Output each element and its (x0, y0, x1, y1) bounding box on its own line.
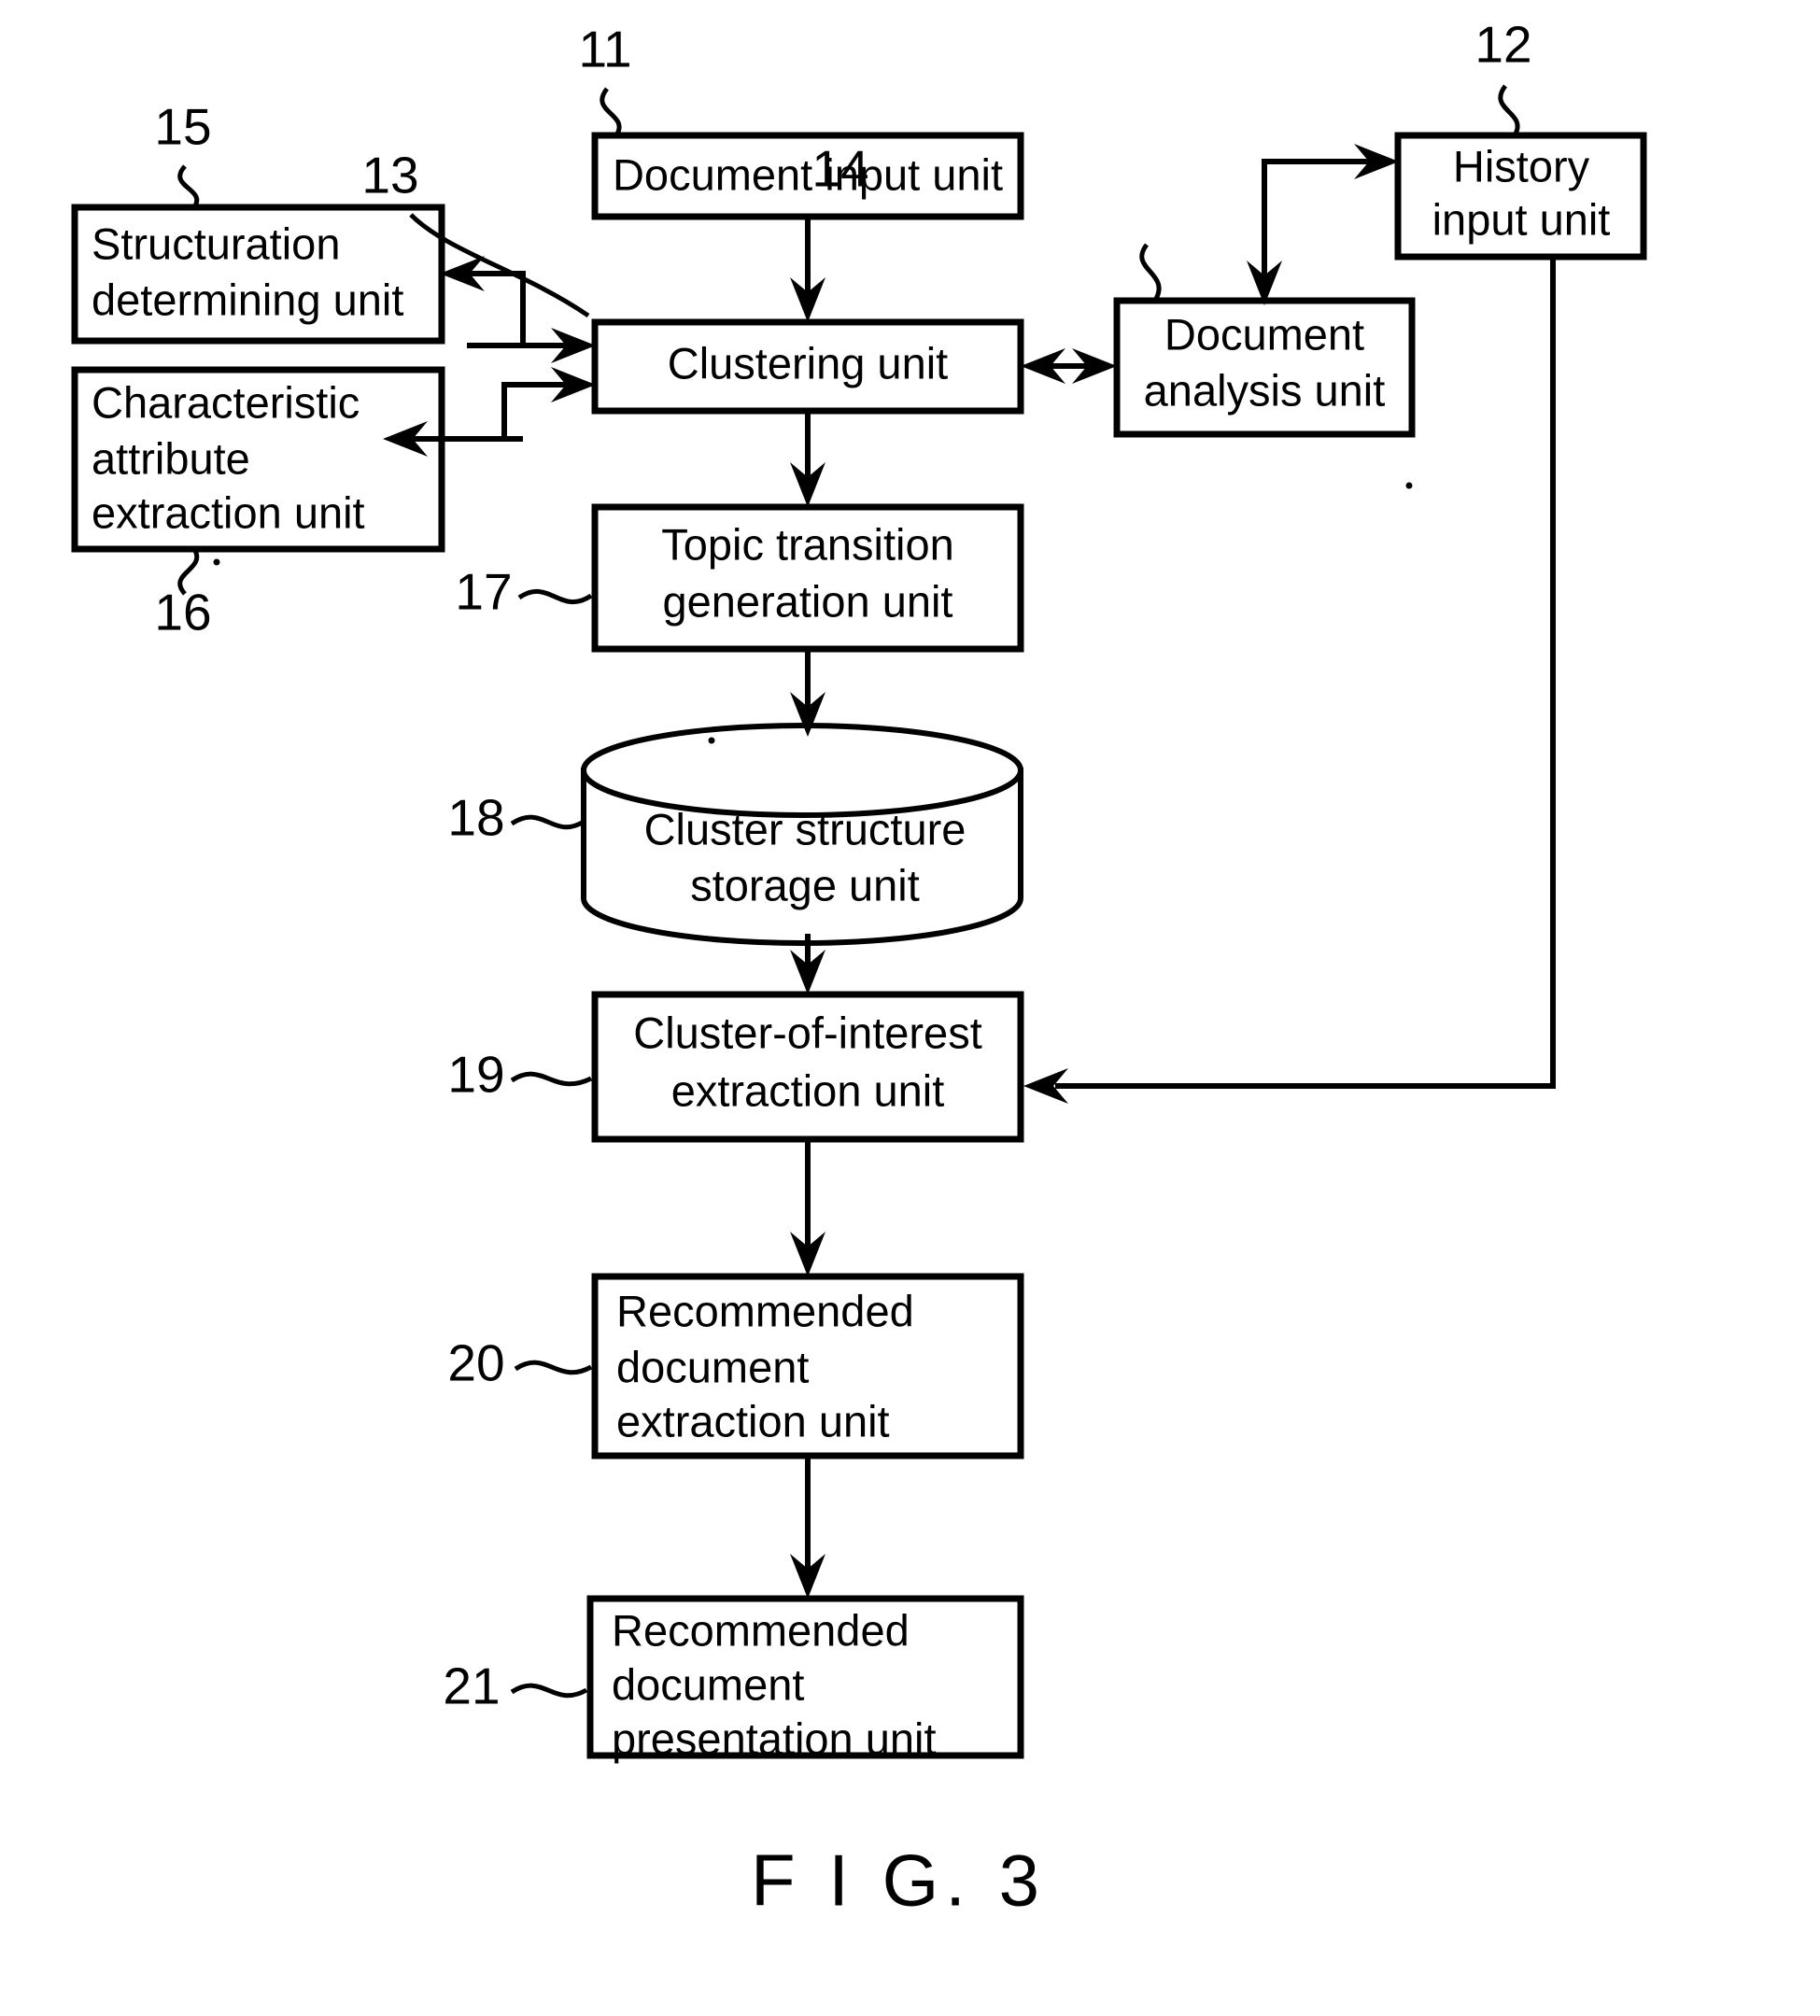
block-history-input-unit[interactable]: History input unit (1394, 132, 1647, 261)
connector-document-input-to-clustering (790, 217, 825, 322)
block-topic-transition-generation-unit[interactable]: Topic transition generation unit (591, 503, 1024, 653)
block-history-input-unit-label-line2: input unit (1432, 194, 1611, 244)
block-recommended-document-extraction-unit-label-line2: document (616, 1342, 809, 1391)
block-clustering-unit-label: Clustering unit (668, 338, 948, 388)
ref-leader-17 (517, 589, 593, 604)
connector-left-feedback-bus (458, 385, 523, 442)
block-structuration-determining-unit[interactable]: Structuration determining unit (71, 204, 445, 345)
block-topic-transition-generation-unit-label-line2: generation unit (663, 576, 953, 626)
block-recommended-document-presentation-unit-label-line2: document (612, 1659, 804, 1709)
ref-leader-21 (510, 1683, 588, 1699)
block-characteristic-attribute-extraction-unit-label-line1: Characteristic (92, 377, 360, 427)
block-recommended-document-presentation-unit-label-line3: presentation unit (612, 1713, 937, 1763)
block-document-analysis-unit[interactable]: Document analysis unit (1113, 297, 1416, 438)
block-diagram-canvas: Document input unit History input unit S… (71, 16, 1647, 1922)
connector-cluster-of-interest-to-recommended-extraction (790, 1139, 825, 1276)
ref-number-15: 15 (154, 98, 211, 156)
ref-number-14: 14 (811, 140, 868, 198)
ref-leader-19 (510, 1071, 593, 1087)
ref-label-15: 15 (154, 98, 212, 209)
ref-number-21: 21 (443, 1657, 500, 1715)
block-topic-transition-generation-unit-label-line1: Topic transition (661, 519, 954, 569)
ref-label-19: 19 (447, 1046, 593, 1104)
ref-leader-11 (600, 87, 622, 137)
block-recommended-document-extraction-unit[interactable]: Recommended document extraction unit (591, 1273, 1024, 1459)
block-document-analysis-unit-label-line2: analysis unit (1144, 365, 1386, 415)
block-recommended-document-presentation-unit-label-line1: Recommended (612, 1605, 910, 1655)
connector-characteristic-attribute-to-clustering (501, 367, 596, 439)
connector-recommended-extraction-to-presentation (790, 1456, 825, 1599)
connector-history-input-to-document-analysis (1247, 144, 1399, 305)
block-clustering-unit[interactable]: Clustering unit (591, 318, 1024, 415)
ref-label-16: 16 (154, 547, 212, 641)
ref-number-18: 18 (447, 789, 504, 847)
patent-figure: Document input unit History input unit S… (0, 0, 1820, 2016)
ref-leader-18 (510, 814, 586, 830)
block-cluster-structure-storage-unit[interactable]: Cluster structure storage unit (581, 723, 1023, 946)
ref-leader-20 (514, 1360, 593, 1375)
ref-number-20: 20 (447, 1334, 504, 1392)
block-structuration-determining-unit-label-line2: determining unit (92, 275, 403, 324)
block-cluster-structure-storage-unit-top (581, 723, 1023, 818)
ref-label-11: 11 (578, 21, 632, 137)
block-document-input-unit[interactable]: Document input unit (591, 132, 1024, 220)
ref-leader-15 (177, 164, 200, 209)
ref-number-11: 11 (578, 21, 631, 78)
ref-leader-12 (1498, 84, 1520, 137)
block-recommended-document-extraction-unit-label-line1: Recommended (616, 1286, 914, 1335)
block-cluster-of-interest-extraction-unit[interactable]: Cluster-of-interest extraction unit (591, 991, 1024, 1143)
block-document-input-unit-label: Document input unit (613, 149, 1003, 199)
ref-leader-14 (1139, 243, 1162, 301)
block-cluster-of-interest-extraction-unit-label-line1: Cluster-of-interest (633, 1008, 982, 1057)
figure-caption: F I G. 3 (751, 1840, 1046, 1922)
block-cluster-structure-storage-unit-label-line1: Cluster structure (644, 804, 966, 853)
block-characteristic-attribute-extraction-unit-label-line3: extraction unit (92, 487, 365, 537)
block-characteristic-attribute-extraction-unit-label-line2: attribute (92, 433, 250, 483)
ref-number-12: 12 (1474, 16, 1531, 74)
ref-label-20: 20 (447, 1334, 593, 1392)
block-cluster-structure-storage-unit-label-line2: storage unit (690, 860, 920, 909)
block-recommended-document-presentation-unit[interactable]: Recommended document presentation unit (586, 1595, 1024, 1763)
connector-clustering-to-document-analysis (1021, 348, 1117, 384)
ref-number-13: 13 (361, 147, 418, 204)
ref-label-12: 12 (1474, 16, 1532, 137)
ref-number-19: 19 (447, 1046, 504, 1104)
ref-label-17: 17 (455, 563, 593, 621)
block-history-input-unit-label-line1: History (1453, 141, 1590, 190)
block-recommended-document-extraction-unit-label-line3: extraction unit (616, 1396, 890, 1445)
connector-clustering-to-topic-transition (790, 411, 825, 507)
block-document-analysis-unit-label-line1: Document (1164, 309, 1364, 359)
connector-structuration-determining-to-clustering (467, 328, 596, 363)
block-cluster-of-interest-extraction-unit-label-line2: extraction unit (671, 1065, 945, 1115)
connector-clustering-to-structuration-determining (440, 256, 526, 345)
ref-number-17: 17 (455, 563, 512, 621)
block-characteristic-attribute-extraction-unit[interactable]: Characteristic attribute extraction unit (71, 366, 445, 553)
ref-label-18: 18 (447, 789, 586, 847)
ref-label-21: 21 (443, 1657, 588, 1715)
block-structuration-determining-unit-label-line1: Structuration (92, 219, 340, 268)
